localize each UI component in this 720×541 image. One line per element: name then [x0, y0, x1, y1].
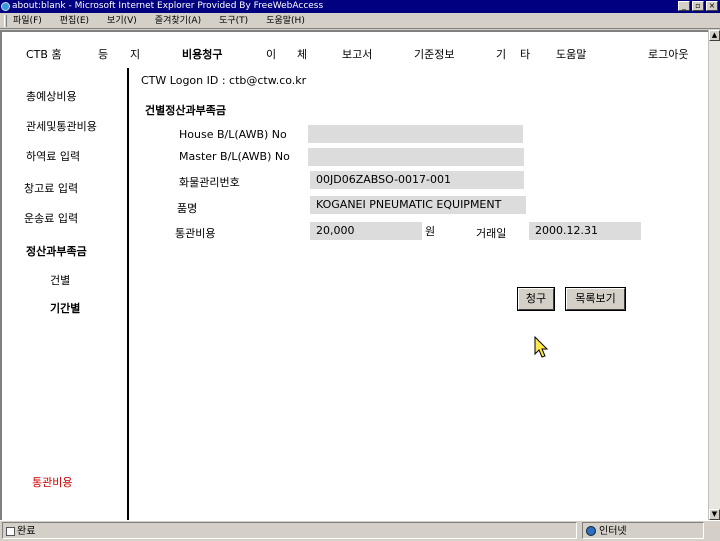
clearance-cost-field[interactable]: 20,000 [310, 222, 422, 240]
status-text: 완료 [17, 526, 36, 537]
clearance-cost-label: 통관비용 [175, 227, 216, 240]
menu-favorites[interactable]: 즐겨찾기(A) [155, 13, 201, 28]
master-bl-field[interactable] [308, 148, 524, 166]
sidebar-item-customs-cost[interactable]: 관세및통관비용 [26, 118, 97, 134]
claim-button[interactable]: 청구 [517, 287, 555, 311]
internet-explorer-icon [1, 2, 10, 11]
menu-edit[interactable]: 편집(E) [60, 13, 89, 28]
trade-date-label: 거래일 [476, 227, 507, 240]
nav-etc-2[interactable]: 타 [520, 46, 530, 62]
sidebar-item-estimated-cost[interactable]: 총예상비용 [26, 88, 77, 104]
status-bar: 완료 인터넷 [0, 520, 720, 540]
page-done-icon [6, 527, 15, 536]
nav-register-2[interactable]: 지 [130, 46, 140, 62]
nav-logout[interactable]: 로그아웃 [648, 46, 688, 62]
sidebar-item-settlement[interactable]: 정산과부족금 [26, 243, 87, 259]
status-text-panel: 완료 [2, 522, 577, 539]
page-content: CTB 홈 등 지 비용청구 이 체 보고서 기준정보 기 타 도움말 로그아웃… [0, 30, 708, 520]
maximize-button[interactable]: ▫ [692, 1, 704, 11]
cargo-no-field[interactable]: 00JD06ZABSO-0017-001 [310, 171, 524, 189]
nav-billing[interactable]: 비용청구 [182, 46, 222, 62]
sidebar-item-per-case[interactable]: 건별 [50, 272, 70, 288]
currency-unit: 원 [425, 225, 436, 238]
status-zone-panel: 인터넷 [582, 522, 704, 539]
internet-zone-icon [586, 526, 596, 536]
sidebar: 총예상비용 관세및통관비용 하역료 입력 창고료 입력 운송료 입력 정산과부족… [2, 68, 128, 520]
main-panel: CTW Logon ID : ctb@ctw.co.kr 건별정산과부족금 Ho… [129, 68, 708, 520]
house-bl-label: House B/L(AWB) No [179, 128, 287, 141]
logon-id-text: CTW Logon ID : ctb@ctw.co.kr [141, 74, 307, 87]
list-view-button[interactable]: 목록보기 [565, 287, 626, 311]
nav-home[interactable]: CTB 홈 [26, 46, 62, 62]
sidebar-item-transport-input[interactable]: 운송료 입력 [24, 210, 78, 226]
close-button[interactable]: × [706, 1, 718, 11]
menu-help[interactable]: 도움말(H) [266, 13, 305, 28]
mouse-pointer-icon [534, 336, 549, 358]
scroll-down-icon[interactable]: ▼ [709, 509, 720, 520]
top-navigation: CTB 홈 등 지 비용청구 이 체 보고서 기준정보 기 타 도움말 로그아웃 [2, 44, 708, 64]
window-title: about:blank - Microsoft Internet Explore… [12, 1, 324, 11]
sidebar-item-warehouse-input[interactable]: 창고료 입력 [24, 180, 78, 196]
nav-transfer-1[interactable]: 이 [266, 46, 276, 62]
item-label: 품명 [177, 202, 198, 215]
house-bl-field[interactable] [308, 125, 523, 143]
nav-help[interactable]: 도움말 [556, 46, 586, 62]
sidebar-item-unloading-input[interactable]: 하역료 입력 [26, 148, 80, 164]
nav-transfer-2[interactable]: 체 [297, 46, 307, 62]
sidebar-item-per-period[interactable]: 기간별 [50, 300, 80, 316]
nav-base-info[interactable]: 기준정보 [414, 46, 454, 62]
sidebar-footer-link[interactable]: 통관비용 [32, 474, 72, 490]
vertical-scrollbar[interactable]: ▲ ▼ [708, 30, 720, 520]
nav-etc-1[interactable]: 기 [496, 46, 506, 62]
nav-register-1[interactable]: 등 [98, 46, 108, 62]
trade-date-field[interactable]: 2000.12.31 [529, 222, 641, 240]
menu-view[interactable]: 보기(V) [107, 13, 137, 28]
menu-bar: 파일(F) 편집(E) 보기(V) 즐겨찾기(A) 도구(T) 도움말(H) [0, 13, 720, 29]
menu-file[interactable]: 파일(F) [13, 13, 42, 28]
status-zone: 인터넷 [599, 526, 627, 537]
section-title: 건별정산과부족금 [145, 104, 226, 117]
menu-tools[interactable]: 도구(T) [219, 13, 248, 28]
master-bl-label: Master B/L(AWB) No [179, 150, 290, 163]
item-field[interactable]: KOGANEI PNEUMATIC EQUIPMENT [310, 196, 526, 214]
nav-report[interactable]: 보고서 [342, 46, 372, 62]
minimize-button[interactable]: _ [678, 1, 690, 11]
cargo-no-label: 화물관리번호 [179, 176, 240, 189]
window-title-bar: about:blank - Microsoft Internet Explore… [0, 0, 720, 13]
toolbar-grip[interactable] [4, 15, 7, 27]
scroll-up-icon[interactable]: ▲ [709, 30, 720, 41]
